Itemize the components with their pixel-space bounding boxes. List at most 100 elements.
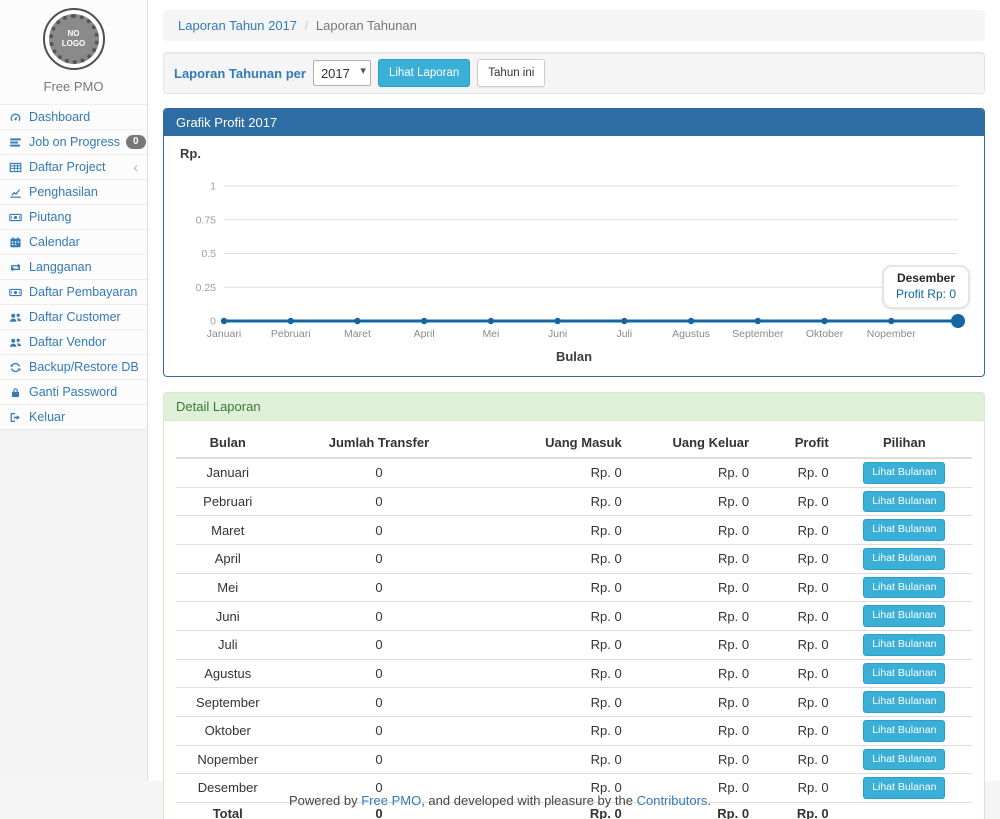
table-row: Juni0Rp. 0Rp. 0Rp. 0Lihat Bulanan (176, 602, 972, 631)
cell-jumlah-transfer: 0 (279, 688, 478, 717)
sidebar-item-keluar[interactable]: Keluar (0, 404, 147, 429)
cell-jumlah-transfer: 0 (279, 745, 478, 774)
cell-profit: Rp. 0 (757, 487, 837, 516)
view-monthly-button[interactable]: Lihat Bulanan (863, 605, 945, 627)
sidebar-item-label: Langganan (29, 260, 92, 274)
cell-jumlah-transfer: 0 (279, 659, 478, 688)
cell-uang-masuk: Rp. 0 (478, 458, 629, 487)
cell-profit: Rp. 0 (757, 659, 837, 688)
cell-uang-masuk: Rp. 0 (478, 516, 629, 545)
sidebar-item-job-on-progress[interactable]: Job on Progress0 (0, 129, 147, 154)
sidebar-item-ganti-password[interactable]: Ganti Password (0, 379, 147, 404)
breadcrumb-separator: / (305, 18, 309, 33)
breadcrumb: Laporan Tahun 2017 / Laporan Tahunan (163, 10, 985, 41)
cell-pilihan: Lihat Bulanan (837, 745, 972, 774)
sidebar-item-label: Piutang (29, 210, 71, 224)
cell-bulan: Nopember (176, 745, 279, 774)
sidebar-item-daftar-pembayaran[interactable]: Daftar Pembayaran (0, 279, 147, 304)
cell-uang-masuk: Rp. 0 (478, 630, 629, 659)
sidebar-item-backup-restore-db[interactable]: Backup/Restore DB (0, 354, 147, 379)
sidebar-item-label: Job on Progress (29, 135, 120, 149)
column-header-uang-keluar: Uang Keluar (630, 429, 757, 458)
sidebar-item-dashboard[interactable]: Dashboard (0, 104, 147, 129)
view-monthly-button[interactable]: Lihat Bulanan (863, 491, 945, 513)
chart-panel-title: Grafik Profit 2017 (164, 109, 984, 136)
sidebar-item-penghasilan[interactable]: Penghasilan (0, 179, 147, 204)
view-monthly-button[interactable]: Lihat Bulanan (863, 634, 945, 656)
cell-uang-masuk: Rp. 0 (478, 573, 629, 602)
cell-profit: Rp. 0 (757, 516, 837, 545)
report-filter-bar: Laporan Tahunan per 2017 ▾ Lihat Laporan… (163, 52, 985, 94)
detail-panel-title: Detail Laporan (164, 393, 984, 421)
cell-uang-keluar: Rp. 0 (630, 659, 757, 688)
cell-uang-masuk: Rp. 0 (478, 602, 629, 631)
cell-pilihan: Lihat Bulanan (837, 774, 972, 803)
table-row: Mei0Rp. 0Rp. 0Rp. 0Lihat Bulanan (176, 573, 972, 602)
view-monthly-button[interactable]: Lihat Bulanan (863, 777, 945, 799)
footer-text: Powered by (289, 793, 358, 808)
view-monthly-button[interactable]: Lihat Bulanan (863, 720, 945, 742)
this-year-button[interactable]: Tahun ini (477, 59, 545, 87)
year-select[interactable]: 2017 (313, 60, 371, 86)
cell-jumlah-transfer: 0 (279, 458, 478, 487)
footer-text: , and developed with pleasure by the (421, 793, 633, 808)
breadcrumb-link[interactable]: Laporan Tahun 2017 (178, 18, 297, 33)
table-row: April0Rp. 0Rp. 0Rp. 0Lihat Bulanan (176, 545, 972, 574)
view-monthly-button[interactable]: Lihat Bulanan (863, 462, 945, 484)
sidebar-item-daftar-customer[interactable]: Daftar Customer (0, 304, 147, 329)
sidebar-item-daftar-project[interactable]: Daftar Project‹ (0, 154, 147, 179)
cell-pilihan: Lihat Bulanan (837, 545, 972, 574)
cell-jumlah-transfer: 0 (279, 573, 478, 602)
cell-pilihan: Lihat Bulanan (837, 688, 972, 717)
sidebar-item-label: Penghasilan (29, 185, 98, 199)
table-header-row: BulanJumlah TransferUang MasukUang Kelua… (176, 429, 972, 458)
no-logo-badge: NO LOGO (49, 14, 99, 64)
profit-line-chart[interactable]: 10.750.50.250JanuariPebruariMaretAprilMe… (176, 166, 972, 344)
cell-uang-masuk: Rp. 0 (478, 659, 629, 688)
svg-text:0.5: 0.5 (201, 248, 216, 260)
cell-jumlah-transfer: 0 (279, 630, 478, 659)
monthly-report-table: BulanJumlah TransferUang MasukUang Kelua… (176, 429, 972, 819)
cell-bulan: Juni (176, 602, 279, 631)
footer-link-freepmo[interactable]: Free PMO (361, 793, 421, 808)
cell-jumlah-transfer: 0 (279, 487, 478, 516)
detail-report-panel: Detail Laporan BulanJumlah TransferUang … (163, 392, 985, 819)
sign-out-icon (9, 411, 23, 424)
view-monthly-button[interactable]: Lihat Bulanan (863, 691, 945, 713)
users-icon (9, 311, 23, 324)
app-window: NO LOGO Free PMO Dashboard Job on Progres… (0, 0, 1000, 781)
cell-bulan: Agustus (176, 659, 279, 688)
svg-text:Agustus: Agustus (672, 328, 710, 340)
sidebar-item-daftar-vendor[interactable]: Daftar Vendor (0, 329, 147, 354)
cell-pilihan (837, 802, 972, 819)
svg-text:0: 0 (210, 316, 216, 328)
cell-bulan: Oktober (176, 716, 279, 745)
view-report-button[interactable]: Lihat Laporan (378, 59, 470, 87)
cell-uang-keluar: Rp. 0 (630, 545, 757, 574)
view-monthly-button[interactable]: Lihat Bulanan (863, 519, 945, 541)
profit-chart-panel: Grafik Profit 2017 Rp. 10.750.50.250Janu… (163, 108, 985, 377)
brand-name: Free PMO (0, 79, 147, 94)
filter-label: Laporan Tahunan per (174, 66, 306, 81)
sidebar-item-calendar[interactable]: Calendar (0, 229, 147, 254)
footer-link-contributors[interactable]: Contributors (637, 793, 708, 808)
svg-text:1: 1 (210, 181, 216, 193)
svg-text:Pebruari: Pebruari (271, 328, 311, 340)
cell-uang-keluar: Rp. 0 (630, 602, 757, 631)
table-row: Nopember0Rp. 0Rp. 0Rp. 0Lihat Bulanan (176, 745, 972, 774)
sidebar-item-langganan[interactable]: Langganan (0, 254, 147, 279)
column-header-bulan: Bulan (176, 429, 279, 458)
line-chart-icon (9, 186, 23, 199)
detail-panel-body: BulanJumlah TransferUang MasukUang Kelua… (164, 421, 984, 819)
view-monthly-button[interactable]: Lihat Bulanan (863, 749, 945, 771)
refresh-icon (9, 361, 23, 374)
view-monthly-button[interactable]: Lihat Bulanan (863, 577, 945, 599)
main-content: Laporan Tahun 2017 / Laporan Tahunan Lap… (148, 0, 1000, 781)
sidebar-item-label: Dashboard (29, 110, 90, 124)
cell-uang-masuk: Rp. 0 (478, 688, 629, 717)
users-icon (9, 336, 23, 349)
view-monthly-button[interactable]: Lihat Bulanan (863, 548, 945, 570)
view-monthly-button[interactable]: Lihat Bulanan (863, 663, 945, 685)
sidebar-item-piutang[interactable]: Piutang (0, 204, 147, 229)
chart-x-axis-label: Bulan (176, 349, 972, 364)
